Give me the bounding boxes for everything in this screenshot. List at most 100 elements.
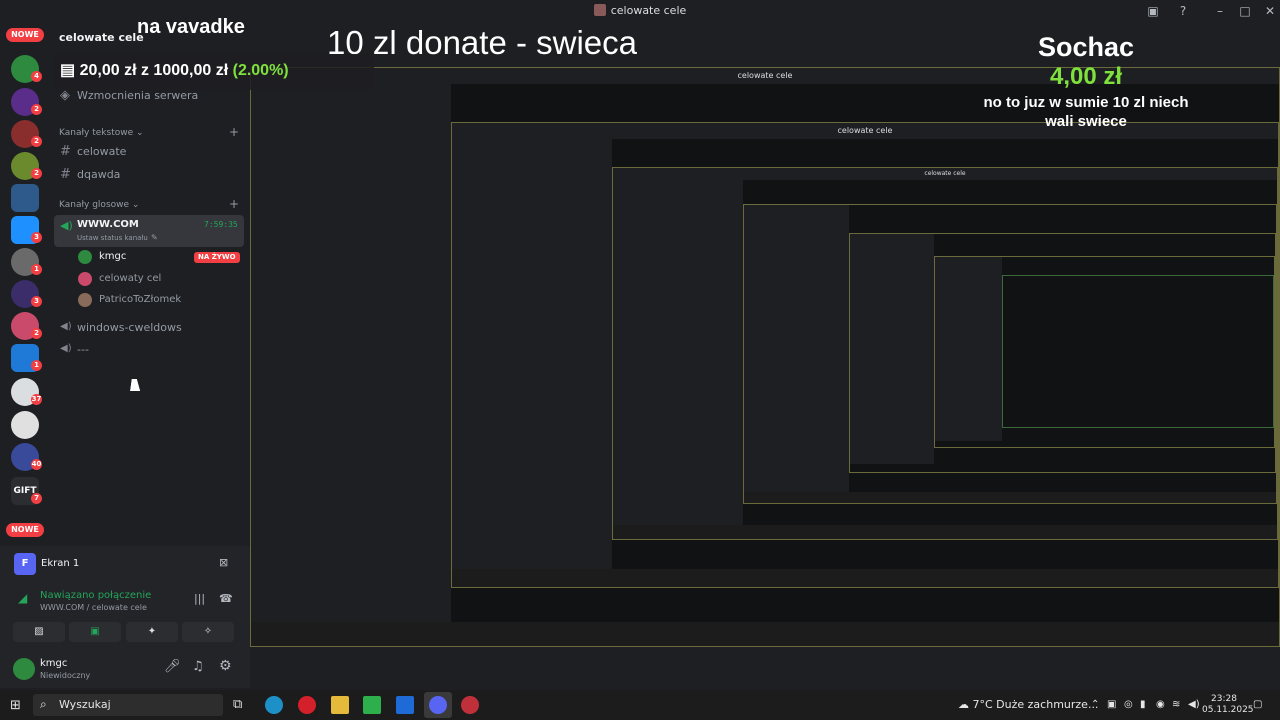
mirror-sidebar [744, 205, 849, 493]
mirror-sidebar [251, 84, 451, 624]
connection-status: ◢ Nawiązano połączenie WWW.COM / celowat… [18, 590, 233, 612]
inbox-icon[interactable]: ▣ [1143, 2, 1163, 20]
chevron-down-icon: ⌄ [136, 128, 144, 138]
voice-user[interactable]: PatricoToZłomek [74, 291, 244, 311]
voice-channel-wwwcom[interactable]: ◀) WWW.COM 7:59:35 Ustaw status kanału ✎ [54, 215, 244, 247]
stream-card[interactable]: F Ekran 1 ⊠ [8, 550, 242, 578]
mention-badge: 40 [31, 459, 42, 470]
taskbar: ⊞ ⌕ Wyszukaj ⧉ ☁ 7°C Duże zachmurze... ⌃… [0, 690, 1280, 720]
overlay-na-vavadke: na vavadke [137, 16, 245, 38]
mention-badge: 4 [31, 71, 42, 82]
server-icon[interactable] [11, 411, 39, 439]
mention-badge: 2 [31, 168, 42, 179]
edge-icon[interactable] [265, 696, 283, 714]
stream-view-3: celowate cele [612, 167, 1278, 540]
clock[interactable]: 23:28 05.11.2025 [1202, 694, 1254, 716]
avatar [78, 293, 92, 307]
voice-panel: F Ekran 1 ⊠ ◢ Nawiązano połączenie WWW.C… [0, 546, 250, 688]
server-name[interactable]: celowate cele [59, 31, 144, 44]
mention-badge: 3 [31, 232, 42, 243]
mirror-sidebar [613, 180, 743, 526]
opera-icon[interactable] [298, 696, 316, 714]
tray-icon[interactable]: ▮ [1140, 699, 1146, 710]
mirror-sidebar [452, 139, 612, 569]
file-explorer-icon[interactable] [331, 696, 349, 714]
stream-view-7 [1002, 275, 1274, 428]
add-text-channel-icon[interactable]: + [229, 125, 239, 139]
gear-icon[interactable]: ⚙ [219, 658, 232, 674]
disconnect-icon[interactable]: ☎ [219, 592, 233, 605]
server-icon [593, 4, 606, 16]
minimize-button[interactable]: – [1210, 2, 1230, 20]
voice-timer: 7:59:35 [204, 220, 238, 229]
discord-icon[interactable] [429, 696, 447, 714]
add-voice-channel-icon[interactable]: + [229, 197, 239, 211]
mirror-taskbar [251, 622, 1279, 646]
volume-icon[interactable]: ◀) [1188, 699, 1200, 710]
goal-icon: ▤ [60, 62, 76, 79]
stream-view-5 [849, 233, 1276, 473]
mirror-taskbar [452, 569, 1278, 587]
mention-badge: 2 [31, 136, 42, 147]
app-icon[interactable] [461, 696, 479, 714]
channel-panel: celowate cele ◈ Wzmocnienia serwera Kana… [50, 22, 250, 542]
close-button[interactable]: ✕ [1260, 2, 1280, 20]
cloud-icon: ☁ [958, 698, 969, 711]
voice-channel-windows-cweldows[interactable]: ◀) windows-cweldows [54, 318, 244, 338]
stop-stream-icon[interactable]: ⊠ [219, 556, 228, 569]
signal-icon[interactable]: ◢ [18, 591, 27, 605]
weather-widget[interactable]: ☁ 7°C Duże zachmurze... [958, 698, 1098, 711]
windows-start-icon[interactable]: ⊞ [10, 698, 21, 713]
task-view-icon[interactable]: ⧉ [233, 697, 242, 712]
screen-icon: F [14, 553, 36, 575]
mention-badge: 2 [31, 104, 42, 115]
noise-suppression-icon[interactable]: ||| [194, 592, 205, 605]
channel-status[interactable]: Ustaw status kanału [77, 234, 148, 242]
chevron-down-icon: ⌄ [131, 200, 140, 210]
activities-button[interactable]: ✦ [126, 622, 178, 642]
live-badge: NA ŻYWO [194, 252, 240, 263]
voice-channel-dashes[interactable]: ◀) --- [54, 340, 244, 360]
discord-app: celowate cele ▣ ? – □ ✕ NOWE 4 2 2 2 3 1… [0, 0, 1280, 720]
mention-badge: 1 [31, 360, 42, 371]
new-badge: NOWE [6, 523, 44, 537]
mention-badge: 1 [31, 264, 42, 275]
chevron-up-icon[interactable]: ⌃ [1091, 699, 1099, 710]
channel-dqawda[interactable]: # dqawda [54, 165, 244, 185]
voice-user[interactable]: kmgc NA ŻYWO [74, 248, 244, 268]
notification-icon[interactable]: ▢ [1253, 699, 1262, 710]
channel-celowate[interactable]: # celowate [54, 142, 244, 162]
avatar[interactable] [13, 658, 35, 680]
donation-goal: ▤ 20,00 zł z 1000,00 zł (2.00%) [60, 62, 289, 79]
pencil-icon[interactable]: ✎ [151, 233, 158, 242]
network-icon[interactable]: ◉ [1156, 699, 1165, 710]
screen-share-button[interactable]: ▣ [69, 622, 121, 642]
server-icon[interactable] [11, 184, 39, 212]
camera-off-button[interactable]: ▨ [13, 622, 65, 642]
maximize-button[interactable]: □ [1235, 2, 1255, 20]
stream-view-1[interactable]: celowate cele celowate cele celowate cel… [250, 67, 1280, 647]
text-category[interactable]: Kanały tekstowe ⌄ [59, 128, 144, 138]
mail-icon[interactable] [396, 696, 414, 714]
user-panel: kmgc Niewidoczny 🎤︎ ♫ ⚙ [0, 650, 250, 688]
wifi-icon[interactable]: ≋ [1172, 699, 1180, 710]
taskbar-search[interactable]: ⌕ Wyszukaj [33, 694, 223, 716]
voice-category[interactable]: Kanały glosowe ⌄ [59, 200, 139, 210]
store-icon[interactable] [363, 696, 381, 714]
voice-user[interactable]: celowaty cel [74, 270, 244, 290]
mirror-taskbar [613, 525, 1277, 539]
mirror-sidebar [850, 234, 934, 464]
tray-icon[interactable]: ◎ [1124, 699, 1133, 710]
microphone-icon[interactable]: 🎤︎ [164, 659, 181, 674]
help-icon[interactable]: ? [1173, 2, 1193, 20]
speaker-icon: ◀) [60, 321, 72, 332]
mention-badge: 3 [31, 296, 42, 307]
soundboard-button[interactable]: ✧ [182, 622, 234, 642]
tray-icon[interactable]: ▣ [1107, 699, 1116, 710]
stream-view-4 [743, 204, 1277, 504]
mirror-sidebar [935, 257, 1002, 441]
headphones-icon[interactable]: ♫ [192, 659, 204, 674]
mirror-title: celowate cele [613, 168, 1277, 180]
stream-view-6 [934, 256, 1275, 448]
speaker-icon: ◀) [60, 343, 72, 354]
